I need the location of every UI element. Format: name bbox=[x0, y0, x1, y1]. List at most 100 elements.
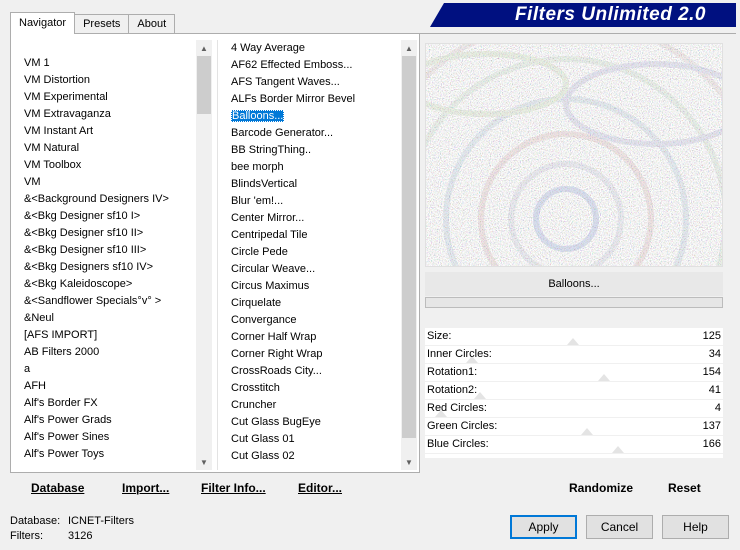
filter-item-label: AF62 Effected Emboss... bbox=[231, 59, 353, 71]
category-item[interactable]: &<Background Designers IV> bbox=[24, 191, 196, 208]
filter-item-label: Cirquelate bbox=[231, 297, 282, 309]
param-slider[interactable]: Size: 125 bbox=[425, 328, 723, 346]
scroll-thumb[interactable] bbox=[402, 56, 416, 438]
filter-item[interactable]: Centripedal Tile bbox=[231, 227, 401, 244]
filter-item[interactable]: Circus Maximus bbox=[231, 278, 401, 295]
category-item[interactable]: &<Bkg Designer sf10 III> bbox=[24, 242, 196, 259]
filter-item[interactable]: Cirquelate bbox=[231, 295, 401, 312]
filter-item-label: Cruncher bbox=[231, 399, 277, 411]
param-label: Rotation1: bbox=[427, 366, 478, 378]
filter-item[interactable]: Cruncher bbox=[231, 397, 401, 414]
category-item[interactable]: &<Bkg Kaleidoscope> bbox=[24, 276, 196, 293]
category-item[interactable]: &Neul bbox=[24, 310, 196, 327]
filter-item[interactable]: AF62 Effected Emboss... bbox=[231, 57, 401, 74]
editor-button[interactable]: Editor... bbox=[298, 481, 342, 495]
filter-item[interactable]: BB StringThing.. bbox=[231, 142, 401, 159]
app-banner: Filters Unlimited 2.0 bbox=[430, 3, 736, 27]
scroll-down-icon[interactable]: ▼ bbox=[401, 454, 417, 470]
category-item[interactable]: AFH bbox=[24, 378, 196, 395]
category-item[interactable]: AB Filters 2000 bbox=[24, 344, 196, 361]
category-item[interactable]: &<Bkg Designer sf10 II> bbox=[24, 225, 196, 242]
category-item[interactable]: &<Sandflower Specials°v° > bbox=[24, 293, 196, 310]
category-item[interactable]: VM Extravaganza bbox=[24, 106, 196, 123]
database-status-label: Database: bbox=[10, 515, 61, 527]
tab-navigator[interactable]: Navigator bbox=[10, 12, 76, 34]
category-item[interactable]: Alf's Power Grads bbox=[24, 412, 196, 429]
slider-thumb[interactable] bbox=[612, 446, 625, 453]
slider-thumb[interactable] bbox=[581, 428, 594, 435]
database-button[interactable]: Database bbox=[31, 481, 84, 495]
filter-item[interactable]: Corner Right Wrap bbox=[231, 346, 401, 363]
database-button-wrap: Database bbox=[31, 476, 84, 500]
filter-item[interactable]: bee morph bbox=[231, 159, 401, 176]
param-value: 154 bbox=[702, 366, 721, 378]
filter-item[interactable]: BlindsVertical bbox=[231, 176, 401, 193]
category-item[interactable]: Alf's Power Sines bbox=[24, 429, 196, 446]
cancel-button[interactable]: Cancel bbox=[586, 515, 653, 539]
filter-item[interactable]: Convergance bbox=[231, 312, 401, 329]
category-item[interactable]: VM bbox=[24, 174, 196, 191]
slider-thumb[interactable] bbox=[567, 338, 580, 345]
param-slider[interactable]: Rotation1: 154 bbox=[425, 364, 723, 382]
filter-item[interactable]: Cut Glass 02 bbox=[231, 448, 401, 465]
filter-item[interactable]: Cut Glass BugEye bbox=[231, 414, 401, 431]
filter-item[interactable]: AFS Tangent Waves... bbox=[231, 74, 401, 91]
category-item[interactable]: VM Toolbox bbox=[24, 157, 196, 174]
category-item[interactable]: VM Instant Art bbox=[24, 123, 196, 140]
filter-item-label: Barcode Generator... bbox=[231, 127, 334, 139]
scroll-thumb[interactable] bbox=[197, 56, 211, 114]
filter-item[interactable]: Crosstitch bbox=[231, 380, 401, 397]
param-label: Inner Circles: bbox=[427, 348, 492, 360]
param-slider[interactable]: Rotation2: 41 bbox=[425, 382, 723, 400]
filter-item-label: bee morph bbox=[231, 161, 284, 173]
import-button[interactable]: Import... bbox=[122, 481, 169, 495]
help-button[interactable]: Help bbox=[662, 515, 729, 539]
category-item[interactable]: VM 1 bbox=[24, 55, 196, 72]
filter-item[interactable]: CrossRoads City... bbox=[231, 363, 401, 380]
scroll-down-icon[interactable]: ▼ bbox=[196, 454, 212, 470]
param-slider[interactable]: Inner Circles: 34 bbox=[425, 346, 723, 364]
category-item[interactable]: a bbox=[24, 361, 196, 378]
filter-info-button-wrap: Filter Info... bbox=[201, 476, 266, 500]
category-item[interactable]: &<Bkg Designer sf10 I> bbox=[24, 208, 196, 225]
param-slider[interactable]: Red Circles: 4 bbox=[425, 400, 723, 418]
category-scrollbar[interactable]: ▲ ▼ bbox=[196, 40, 212, 470]
filter-item[interactable]: Circle Pede bbox=[231, 244, 401, 261]
filter-scrollbar[interactable]: ▲ ▼ bbox=[401, 40, 417, 470]
filter-item[interactable]: Corner Half Wrap bbox=[231, 329, 401, 346]
filter-info-button[interactable]: Filter Info... bbox=[201, 481, 266, 495]
tab-about[interactable]: About bbox=[128, 14, 176, 34]
filter-item[interactable]: Cut Glass 01 bbox=[231, 431, 401, 448]
randomize-button[interactable]: Randomize bbox=[569, 481, 633, 495]
filter-item[interactable]: 4 Way Average bbox=[231, 40, 401, 57]
filter-item[interactable]: Blur 'em!... bbox=[231, 193, 401, 210]
param-slider[interactable]: Green Circles: 137 bbox=[425, 418, 723, 436]
category-list[interactable]: VM 1 VM Distortion VM Experimental VM Extra… bbox=[14, 40, 196, 470]
reset-button[interactable]: Reset bbox=[668, 481, 701, 495]
filter-item[interactable]: Center Mirror... bbox=[231, 210, 401, 227]
category-item[interactable]: Alf's Power Toys bbox=[24, 446, 196, 463]
param-value: 166 bbox=[702, 438, 721, 450]
filter-list[interactable]: 4 Way Average AF62 Effected Emboss... AFS … bbox=[221, 40, 401, 470]
filter-item[interactable]: Barcode Generator... bbox=[231, 125, 401, 142]
filter-item[interactable]: ALFs Border Mirror Bevel bbox=[231, 91, 401, 108]
tab-presets[interactable]: Presets bbox=[74, 14, 130, 34]
slider-thumb[interactable] bbox=[598, 374, 611, 381]
apply-button[interactable]: Apply bbox=[510, 515, 577, 539]
category-item[interactable]: &<Bkg Designers sf10 IV> bbox=[24, 259, 196, 276]
category-item[interactable]: Alf's Border FX bbox=[24, 395, 196, 412]
right-button-bar: Randomize Reset bbox=[425, 475, 723, 499]
category-item[interactable]: VM Experimental bbox=[24, 89, 196, 106]
category-item[interactable]: VM Natural bbox=[24, 140, 196, 157]
param-value: 34 bbox=[708, 348, 721, 360]
category-item[interactable]: VM Distortion bbox=[24, 72, 196, 89]
filter-item[interactable]: Circular Weave... bbox=[231, 261, 401, 278]
param-value: 125 bbox=[702, 330, 721, 342]
scroll-up-icon[interactable]: ▲ bbox=[196, 40, 212, 56]
filter-item-label: Convergance bbox=[231, 314, 297, 326]
filter-item[interactable]: Balloons... bbox=[231, 108, 401, 125]
param-label: Green Circles: bbox=[427, 420, 498, 432]
category-item[interactable]: [AFS IMPORT] bbox=[24, 327, 196, 344]
scroll-up-icon[interactable]: ▲ bbox=[401, 40, 417, 56]
param-slider[interactable]: Blue Circles: 166 bbox=[425, 436, 723, 454]
